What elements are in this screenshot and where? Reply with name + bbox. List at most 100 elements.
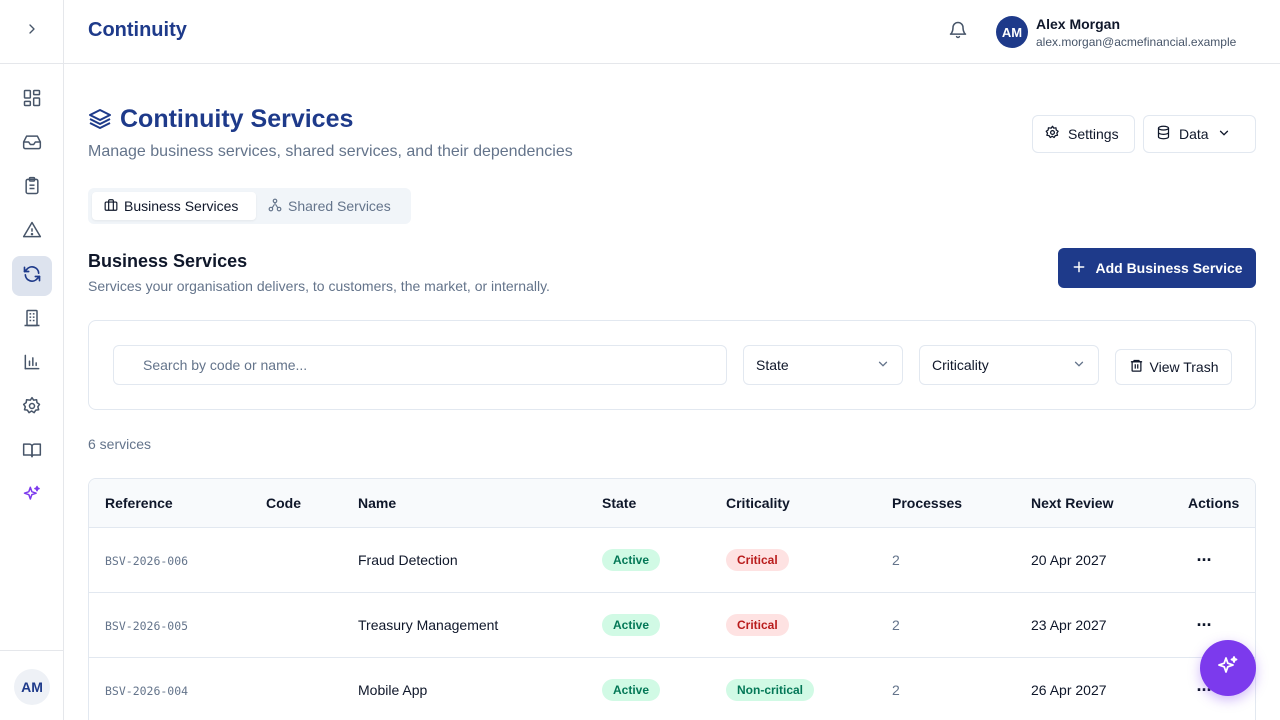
name-cell[interactable]: Mobile App bbox=[358, 682, 427, 698]
user-email: alex.morgan@acmefinancial.example bbox=[1036, 35, 1237, 49]
user-avatar[interactable]: AM bbox=[996, 16, 1028, 48]
tab-label: Business Services bbox=[124, 198, 239, 214]
table-header: Reference Code Name State Criticality Pr… bbox=[89, 479, 1255, 528]
ai-assistant-button[interactable] bbox=[1200, 640, 1256, 696]
row-actions-button[interactable]: ··· bbox=[1192, 550, 1216, 570]
sidebar-expand-button[interactable] bbox=[0, 0, 64, 64]
app-title[interactable]: Continuity bbox=[88, 19, 187, 42]
bar-chart-icon bbox=[22, 352, 42, 377]
avatar[interactable]: AM bbox=[14, 669, 50, 705]
database-icon bbox=[1156, 125, 1171, 143]
inbox-icon bbox=[22, 132, 42, 157]
criticality-select-value: Criticality bbox=[932, 357, 989, 373]
column-header-reference[interactable]: Reference bbox=[105, 495, 173, 511]
column-header-next-review[interactable]: Next Review bbox=[1031, 495, 1113, 511]
more-horizontal-icon: ··· bbox=[1196, 614, 1213, 635]
column-header-name[interactable]: Name bbox=[358, 495, 396, 511]
name-cell[interactable]: Fraud Detection bbox=[358, 552, 458, 568]
sidebar-item-incidents[interactable] bbox=[12, 212, 52, 252]
tab-label: Shared Services bbox=[288, 198, 391, 214]
bell-icon bbox=[948, 20, 968, 45]
view-trash-label: View Trash bbox=[1149, 359, 1219, 375]
sparkles-icon bbox=[1216, 654, 1240, 683]
add-business-service-button[interactable]: Add Business Service bbox=[1058, 248, 1256, 288]
sidebar-item-docs[interactable] bbox=[12, 432, 52, 472]
column-header-criticality[interactable]: Criticality bbox=[726, 495, 790, 511]
name-cell[interactable]: Treasury Management bbox=[358, 617, 498, 633]
settings-button[interactable]: Settings bbox=[1032, 115, 1135, 153]
search-placeholder: Search by code or name... bbox=[143, 357, 308, 373]
search-icon bbox=[126, 356, 127, 374]
data-menu-button[interactable]: Data bbox=[1143, 115, 1256, 153]
processes-cell: 2 bbox=[892, 617, 900, 633]
page-title: Continuity Services bbox=[120, 105, 354, 133]
gear-icon bbox=[22, 396, 42, 421]
sidebar-item-continuity[interactable] bbox=[12, 256, 52, 296]
state-select-value: State bbox=[756, 357, 789, 373]
next-review-cell: 20 Apr 2027 bbox=[1031, 552, 1107, 568]
sidebar-item-ai[interactable] bbox=[12, 476, 52, 516]
tab-shared-services[interactable]: Shared Services bbox=[256, 192, 406, 220]
sidebar-footer: AM bbox=[0, 650, 64, 720]
sidebar-item-reports[interactable] bbox=[12, 344, 52, 384]
data-label: Data bbox=[1179, 126, 1209, 142]
next-review-cell: 26 Apr 2027 bbox=[1031, 682, 1107, 698]
processes-cell: 2 bbox=[892, 552, 900, 568]
section-title: Business Services bbox=[88, 251, 248, 271]
search-input[interactable]: Search by code or name... bbox=[113, 345, 727, 385]
layers-icon bbox=[88, 107, 112, 131]
row-actions-button[interactable]: ··· bbox=[1192, 615, 1216, 635]
more-horizontal-icon: ··· bbox=[1196, 549, 1213, 570]
reference-cell: BSV-2026-005 bbox=[105, 619, 189, 633]
column-header-state[interactable]: State bbox=[602, 495, 636, 511]
table-row[interactable]: BSV-2026-006 Fraud Detection Active Crit… bbox=[89, 528, 1255, 593]
chevron-right-icon bbox=[24, 21, 40, 42]
warning-icon bbox=[22, 220, 42, 245]
table-row[interactable]: BSV-2026-005 Treasury Management Active … bbox=[89, 593, 1255, 658]
sidebar-item-settings[interactable] bbox=[12, 388, 52, 428]
notifications-button[interactable] bbox=[946, 20, 970, 44]
sidebar-item-organisation[interactable] bbox=[12, 300, 52, 340]
book-icon bbox=[22, 440, 42, 465]
column-header-processes[interactable]: Processes bbox=[892, 495, 962, 511]
trash-icon bbox=[1129, 358, 1144, 376]
clipboard-icon bbox=[22, 176, 42, 201]
view-trash-button[interactable]: View Trash bbox=[1115, 349, 1232, 385]
service-tabs: Business Services Shared Services bbox=[88, 188, 411, 224]
chevron-down-icon bbox=[1072, 357, 1086, 374]
table-row[interactable]: BSV-2026-004 Mobile App Active Non-criti… bbox=[89, 658, 1255, 720]
criticality-select[interactable]: Criticality bbox=[919, 345, 1099, 385]
chevron-down-icon bbox=[1217, 126, 1231, 143]
chevron-down-icon bbox=[876, 357, 890, 374]
network-icon bbox=[268, 198, 282, 215]
gear-icon bbox=[1045, 125, 1060, 143]
reference-cell: BSV-2026-004 bbox=[105, 684, 189, 698]
add-button-label: Add Business Service bbox=[1095, 260, 1243, 276]
briefcase-icon bbox=[104, 198, 118, 215]
status-badge: Active bbox=[602, 679, 661, 701]
section-subtitle: Services your organisation delivers, to … bbox=[88, 278, 550, 294]
status-badge: Active bbox=[602, 614, 661, 636]
plus-icon bbox=[1071, 259, 1087, 278]
settings-label: Settings bbox=[1068, 126, 1119, 142]
services-table: Reference Code Name State Criticality Pr… bbox=[88, 478, 1256, 720]
reference-cell: BSV-2026-006 bbox=[105, 554, 189, 568]
top-header: Continuity AM Alex Morgan alex.morgan@ac… bbox=[64, 0, 1280, 64]
building-icon bbox=[22, 308, 42, 333]
sidebar-item-checklist[interactable] bbox=[12, 168, 52, 208]
state-select[interactable]: State bbox=[743, 345, 903, 385]
criticality-badge: Critical bbox=[726, 614, 789, 636]
sidebar-item-dashboard[interactable] bbox=[12, 80, 52, 120]
service-count: 6 services bbox=[88, 436, 152, 452]
filter-bar: Search by code or name... State Critical… bbox=[88, 320, 1256, 410]
column-header-actions: Actions bbox=[1188, 495, 1240, 511]
sparkles-icon bbox=[22, 484, 42, 509]
sidebar-item-inbox[interactable] bbox=[12, 124, 52, 164]
criticality-badge: Critical bbox=[726, 549, 789, 571]
tab-business-services[interactable]: Business Services bbox=[92, 192, 256, 220]
column-header-code[interactable]: Code bbox=[266, 495, 301, 511]
status-badge: Active bbox=[602, 549, 661, 571]
dashboard-icon bbox=[22, 88, 42, 113]
next-review-cell: 23 Apr 2027 bbox=[1031, 617, 1107, 633]
user-name: Alex Morgan bbox=[1036, 16, 1121, 32]
